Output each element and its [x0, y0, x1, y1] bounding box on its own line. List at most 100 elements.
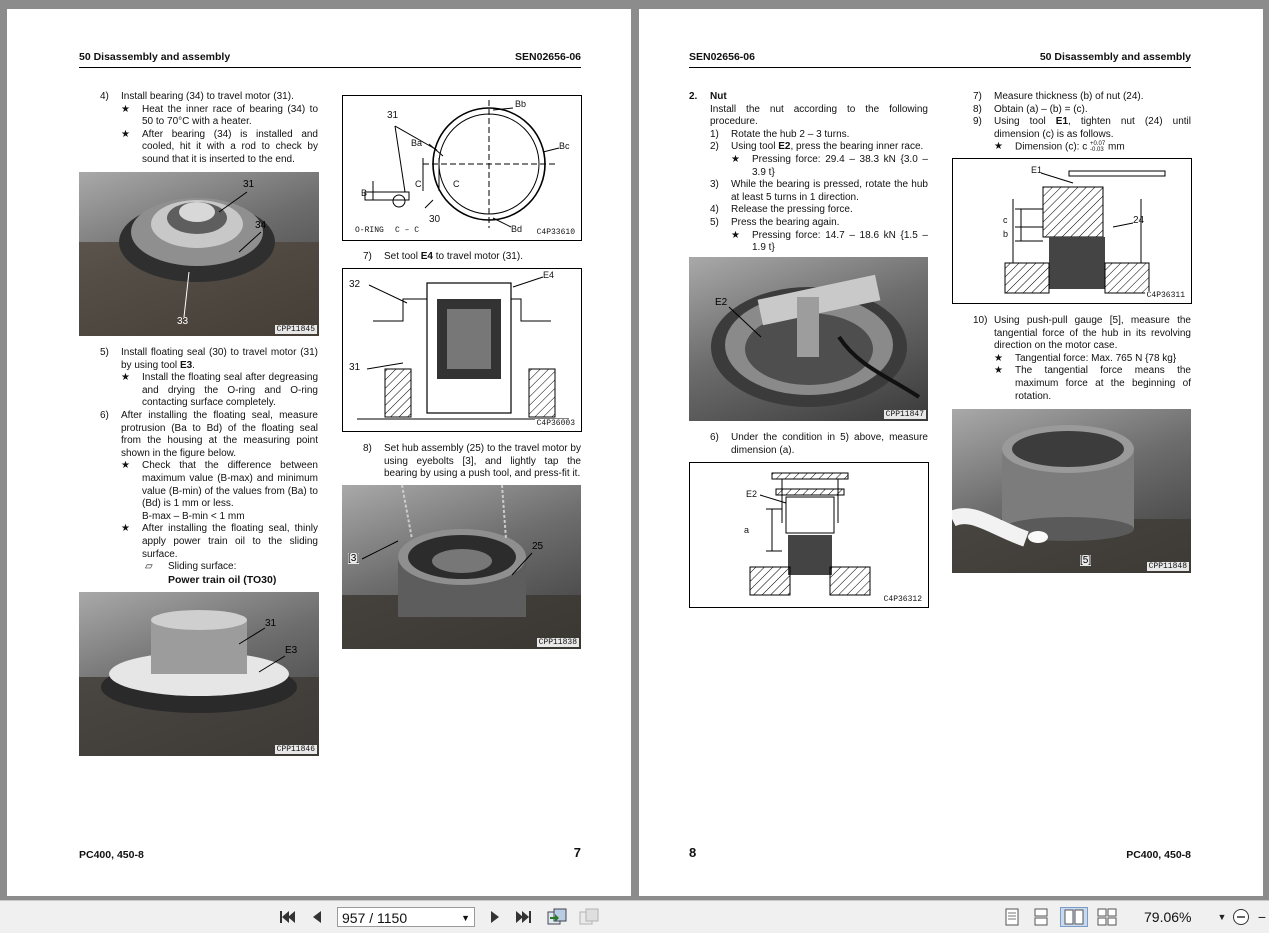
callout-label: C – C — [395, 226, 420, 235]
zoom-out-icon[interactable] — [1231, 907, 1251, 927]
figure-code: CPP11846 — [274, 745, 317, 754]
callout-label: Ba — [411, 138, 423, 148]
substep-number: 6) — [710, 432, 719, 443]
footer-model: PC400, 450-8 — [1126, 849, 1191, 861]
step-2-nut: 2. Nut Install the nut according to the … — [689, 91, 928, 255]
callout-label: E2 — [715, 297, 728, 308]
step-number: 6) — [100, 410, 109, 421]
figure-code: CPP11845 — [274, 325, 317, 334]
callout-label: Bd — [511, 224, 523, 234]
substep-text: , press the bearing inner race. — [790, 141, 924, 153]
figure-code: C4P36003 — [534, 419, 577, 428]
photo-press-bearing: E2 CPP11847 — [689, 257, 928, 421]
substep-text: While the bearing is pressed, rotate the… — [731, 179, 928, 203]
substep-text: Rotate the hub 2 – 3 turns. — [731, 128, 850, 140]
unit-text: mm — [1108, 142, 1125, 154]
callout-label: C — [415, 179, 422, 189]
step-text: to travel motor (31). — [432, 251, 523, 262]
callout-label: E1 — [1031, 165, 1043, 175]
copy-page-icon[interactable] — [545, 907, 569, 927]
callout-label: 31 — [265, 618, 277, 629]
chevron-down-icon[interactable]: ▼ — [461, 908, 470, 928]
callout-label: c — [1003, 215, 1008, 225]
callout-label: [3] — [348, 553, 360, 564]
page-number: 7 — [573, 845, 581, 860]
zoom-dropdown-icon[interactable]: ▼ — [1216, 907, 1228, 927]
single-page-view-icon[interactable] — [1002, 907, 1022, 927]
photo-bearing-install: 31 34 33 CPP11845 — [79, 172, 319, 336]
note-text: After installing the floating seal, thin… — [142, 523, 318, 560]
step-title: Nut — [710, 91, 727, 102]
steps-7-9: 7) Measure thickness (b) of nut (24). 8) O… — [952, 91, 1191, 155]
substep-text: Using push-pull gauge [5], measure the t… — [994, 315, 1191, 352]
next-page-icon[interactable] — [485, 907, 505, 927]
step-7: 7) Set tool E4 to travel motor (31). — [363, 251, 581, 264]
oil-can-icon: ⏥ — [145, 561, 153, 573]
substep-text: Measure thickness (b) of nut (24). — [994, 91, 1144, 102]
diagram-nut-tighten — [1004, 170, 1166, 294]
substep-number: 7) — [973, 91, 982, 102]
figure-code: CPP11838 — [536, 638, 579, 647]
figure-code: CPP11848 — [1146, 562, 1189, 571]
step-text: Set hub assembly (25) to the travel moto… — [384, 443, 581, 480]
substep-text: Release the pressing force. — [731, 204, 853, 216]
note-text: Pressing force: 29.4 – 38.3 kN {3.0 – 3.… — [752, 153, 928, 178]
figure-seal-protrusion: 31 Bb Ba Bc B C C 30 Bd O-RING C – C C4P… — [342, 95, 582, 241]
callout-label: 25 — [532, 541, 544, 552]
page-number-input[interactable]: 957 / 1150 ▼ — [337, 907, 475, 927]
star-icon: ★ — [994, 365, 1003, 377]
step-10: 10) Using push-pull gauge [5], measure th… — [952, 315, 1191, 403]
step-6: 6) After installing the floating seal, m… — [100, 410, 318, 586]
step-6-measure: 6) Under the condition in 5) above, measu… — [689, 432, 928, 457]
step-text: Set tool — [384, 251, 421, 262]
star-icon: ★ — [121, 103, 130, 115]
lubricant-label: Sliding surface: — [168, 561, 237, 573]
callout-label: E2 — [746, 489, 758, 499]
paste-page-icon[interactable] — [577, 907, 601, 927]
star-icon: ★ — [731, 153, 740, 165]
diagram-motor-section — [357, 276, 569, 420]
figure-code: C4P36312 — [881, 595, 924, 604]
substep-number: 9) — [973, 116, 982, 128]
step-text: Install the nut according to the followi… — [710, 103, 928, 128]
star-icon: ★ — [994, 141, 1003, 153]
note-text: Tangential force: Max. 765 N {78 kg} — [1015, 352, 1177, 364]
note-text: The tangential force means the maximum f… — [1015, 365, 1191, 402]
step-8: 8) Set hub assembly (25) to the travel m… — [363, 443, 581, 481]
substep-number: 8) — [973, 103, 982, 115]
callout-label: C — [453, 179, 460, 189]
step-5: 5) Install floating seal (30) to travel … — [100, 347, 318, 410]
facing-pages-view-icon[interactable] — [1060, 907, 1088, 927]
callout-label: 31 — [243, 179, 255, 190]
note-text: Pressing force: 14.7 – 18.6 kN {1.5 – 1.… — [752, 229, 928, 254]
callout-label: 30 — [429, 214, 441, 225]
callout-label: E3 — [285, 645, 298, 656]
skip-last-icon[interactable] — [513, 907, 535, 927]
prev-page-icon[interactable] — [307, 907, 327, 927]
substep-number: 3) — [710, 179, 719, 191]
photo-hub-assembly: [3] 25 CPP11838 — [342, 485, 581, 649]
note-text: Heat the inner race of bearing (34) to 5… — [142, 103, 318, 128]
continuous-view-icon[interactable] — [1031, 907, 1051, 927]
substep-text: Using tool — [731, 141, 779, 153]
callout-label: b — [1003, 229, 1009, 239]
zoom-slider-track[interactable]: − — [1256, 907, 1268, 927]
skip-first-icon[interactable] — [276, 907, 298, 927]
zoom-level[interactable]: 79.06% — [1144, 907, 1191, 927]
callout-label: 31 — [387, 110, 399, 121]
diagram-dimension-a — [749, 472, 871, 596]
figure-code: CPP11847 — [883, 410, 926, 419]
substep-text: Using tool — [994, 116, 1056, 128]
step-number: 7) — [363, 251, 372, 262]
substep-text: Press the bearing again. — [731, 216, 840, 228]
callout-label: E4 — [543, 270, 555, 280]
viewer-toolbar: 957 / 1150 ▼ 79.06% ▼ − — [0, 900, 1269, 933]
continuous-facing-view-icon[interactable] — [1096, 907, 1118, 927]
callout-label: 33 — [177, 316, 189, 327]
step-text: After installing the floating seal, meas… — [121, 410, 318, 459]
callout-label: 34 — [255, 220, 267, 231]
step-text: . — [192, 359, 195, 371]
page-number-value: 957 / 1150 — [342, 910, 408, 926]
photo-illustration — [79, 191, 319, 336]
header-doc-code: SEN02656-06 — [689, 51, 755, 63]
